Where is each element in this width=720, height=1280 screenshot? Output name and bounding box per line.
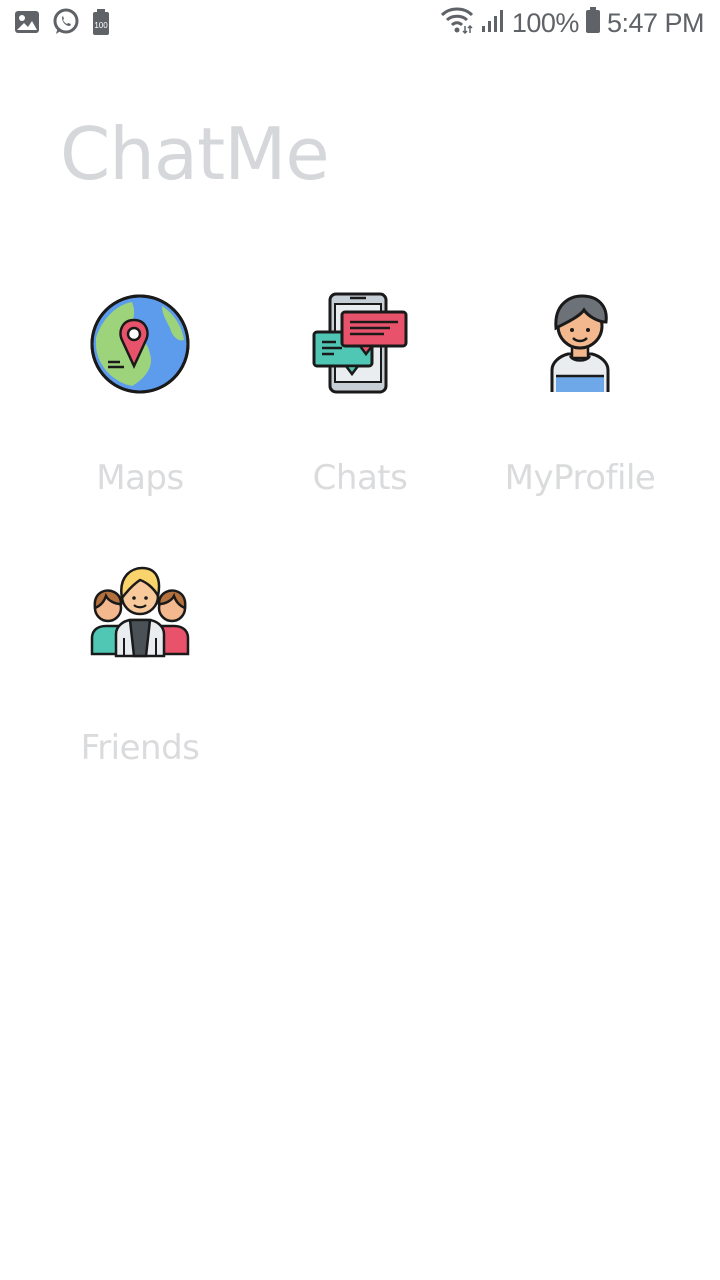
wifi-icon xyxy=(440,6,474,41)
menu-item-myprofile-label[interactable]: MyProfile xyxy=(480,458,680,498)
status-time: 5:47 PM xyxy=(606,8,705,38)
menu-item-maps[interactable]: Maps xyxy=(40,292,240,498)
whatsapp-icon xyxy=(52,8,80,41)
status-bar-right: 100% 5:47 PM xyxy=(440,6,705,41)
app-title: ChatMe xyxy=(60,112,330,196)
battery-percent: 100% xyxy=(511,8,580,38)
menu-item-friends[interactable]: Friends xyxy=(40,562,240,768)
image-icon xyxy=(14,9,40,40)
battery-saver-icon: 100 xyxy=(92,8,110,41)
globe-location-icon[interactable] xyxy=(88,292,192,396)
menu-item-maps-label[interactable]: Maps xyxy=(40,458,240,498)
menu-item-chats[interactable]: Chats xyxy=(260,292,460,498)
battery-icon xyxy=(585,6,601,41)
user-avatar-icon[interactable] xyxy=(528,292,632,396)
menu-item-friends-label[interactable]: Friends xyxy=(40,728,240,768)
status-bar: 100 100% 5:47 PM xyxy=(0,0,720,48)
menu-item-chats-label[interactable]: Chats xyxy=(260,458,460,498)
battery-small-label: 100 xyxy=(94,21,108,30)
signal-icon xyxy=(480,7,506,40)
menu-item-myprofile[interactable]: MyProfile xyxy=(480,292,680,498)
group-people-icon[interactable] xyxy=(88,562,192,666)
status-bar-left: 100 xyxy=(14,8,110,41)
phone-chat-icon[interactable] xyxy=(308,292,412,396)
